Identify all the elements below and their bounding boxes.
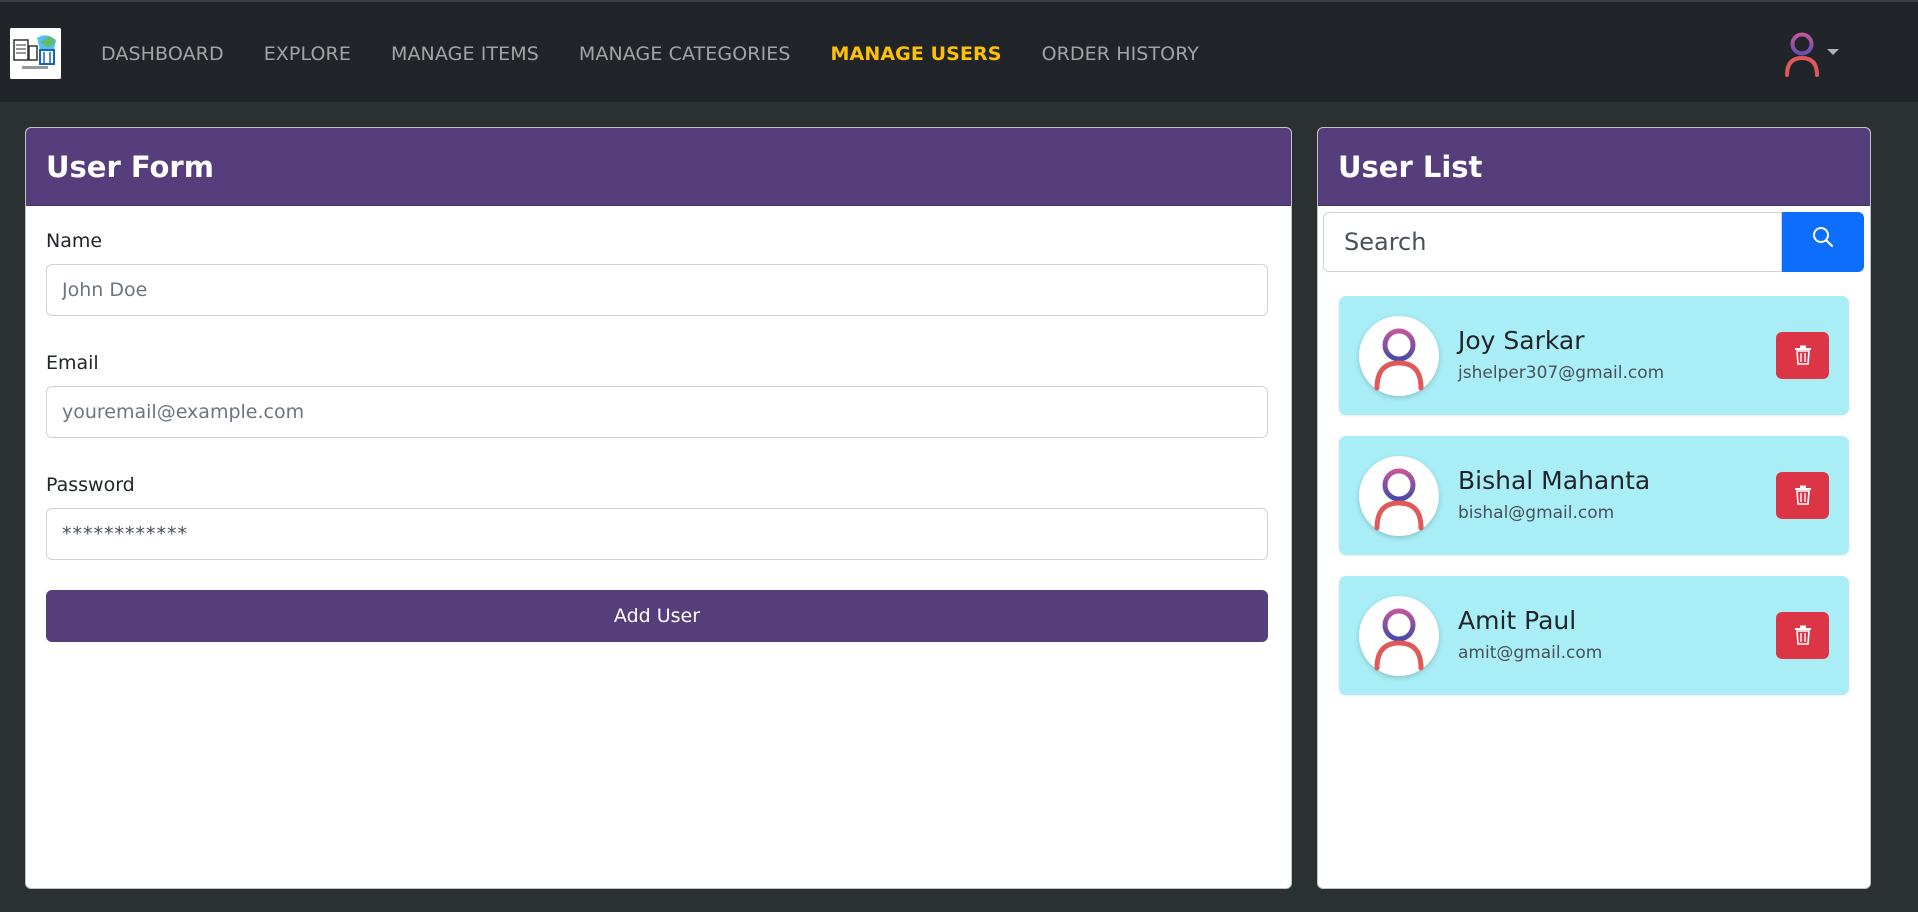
user-menu-dropdown[interactable]	[1782, 31, 1842, 77]
user-list-card: User List Search Joy Sarkar jshelper307@…	[1317, 127, 1871, 889]
user-name: Bishal Mahanta	[1458, 466, 1651, 495]
user-list-item: Joy Sarkar jshelper307@gmail.com	[1339, 296, 1849, 415]
user-avatar-icon	[1785, 32, 1819, 77]
search-bar	[1323, 212, 1864, 272]
search-button[interactable]	[1782, 212, 1864, 272]
password-field[interactable]	[46, 508, 1268, 560]
user-avatar-icon	[1374, 608, 1424, 671]
search-icon	[1813, 227, 1834, 248]
user-form-body: Name Email Password Add User	[26, 206, 1291, 642]
user-name: Amit Paul	[1458, 606, 1577, 635]
user-list-item: Amit Paul amit@gmail.com	[1339, 576, 1849, 695]
search-input[interactable]	[1323, 212, 1782, 272]
user-list: Joy Sarkar jshelper307@gmail.com Bishal …	[1339, 296, 1849, 716]
trash-icon	[1795, 625, 1811, 645]
user-avatar	[1359, 456, 1439, 536]
user-avatar-icon	[1374, 328, 1424, 391]
nav-link-dashboard[interactable]: DASHBOARD	[101, 43, 224, 65]
top-navbar: DASHBOARD EXPLORE MANAGE ITEMS MANAGE CA…	[0, 0, 1918, 102]
user-list-item: Bishal Mahanta bishal@gmail.com	[1339, 436, 1849, 555]
user-email: bishal@gmail.com	[1458, 503, 1615, 523]
user-list-title: User List	[1318, 128, 1870, 206]
nav-link-explore[interactable]: EXPLORE	[264, 43, 351, 65]
delete-user-button[interactable]	[1776, 612, 1829, 659]
caret-down-icon	[1827, 49, 1839, 55]
delete-user-button[interactable]	[1776, 332, 1829, 379]
user-email: amit@gmail.com	[1458, 643, 1603, 663]
name-label: Name	[46, 230, 103, 252]
nav-link-order-history[interactable]: ORDER HISTORY	[1042, 43, 1199, 65]
password-label: Password	[46, 474, 135, 496]
delete-user-button[interactable]	[1776, 472, 1829, 519]
add-user-button[interactable]: Add User	[46, 590, 1268, 642]
trash-icon	[1795, 485, 1811, 505]
user-name: Joy Sarkar	[1458, 326, 1585, 355]
nav-links: DASHBOARD EXPLORE MANAGE ITEMS MANAGE CA…	[101, 43, 1239, 65]
user-form-title: User Form	[26, 128, 1291, 206]
trash-icon	[1795, 345, 1811, 365]
user-email: jshelper307@gmail.com	[1458, 363, 1665, 383]
user-avatar-icon	[1374, 468, 1424, 531]
nav-link-manage-users[interactable]: MANAGE USERS	[831, 43, 1002, 65]
nav-link-manage-categories[interactable]: MANAGE CATEGORIES	[579, 43, 791, 65]
user-form-card: User Form Name Email Password Add User	[25, 127, 1292, 889]
name-field[interactable]	[46, 264, 1268, 316]
email-label: Email	[46, 352, 99, 374]
user-avatar	[1359, 316, 1439, 396]
app-logo-icon[interactable]	[10, 28, 61, 79]
user-avatar	[1359, 596, 1439, 676]
nav-link-manage-items[interactable]: MANAGE ITEMS	[391, 43, 539, 65]
email-field[interactable]	[46, 386, 1268, 438]
